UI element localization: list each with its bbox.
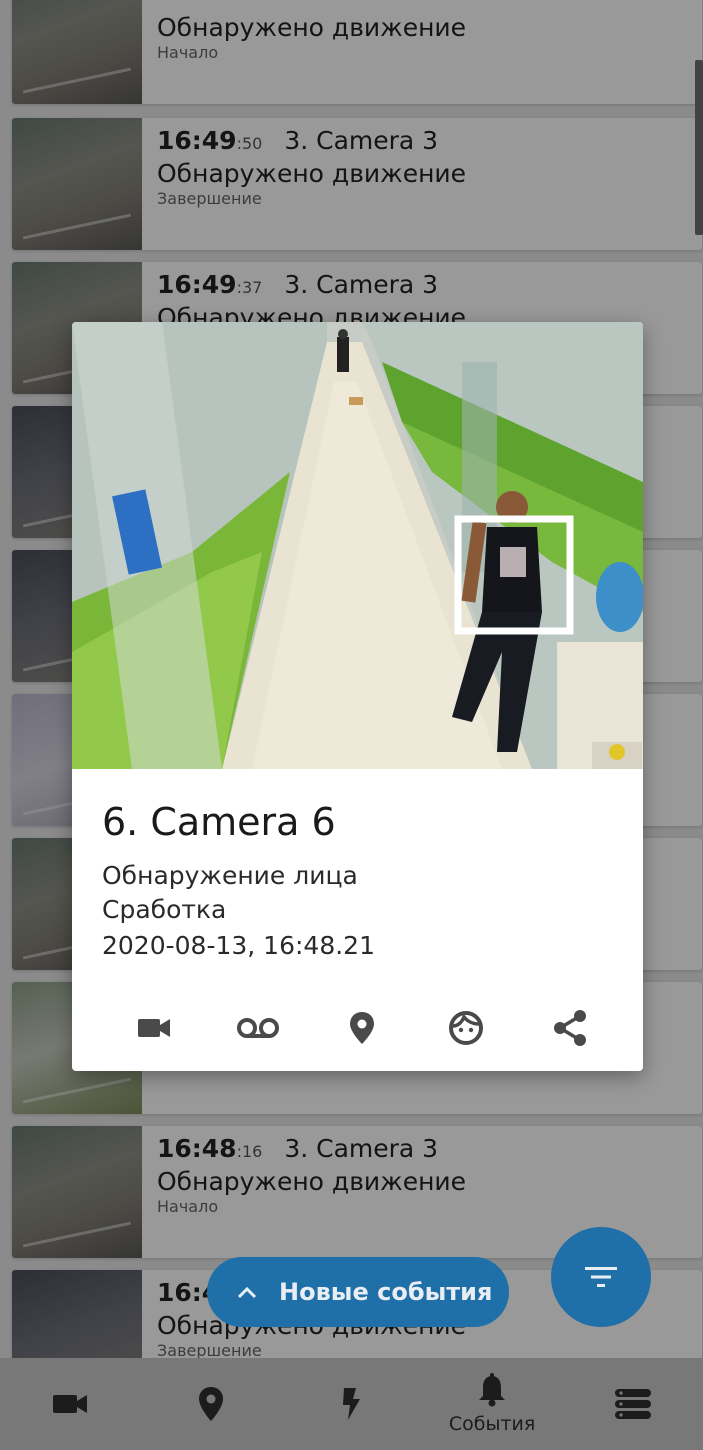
event-datetime: 2020-08-13, 16:48.21 — [102, 931, 375, 960]
share-icon — [554, 1010, 586, 1046]
map-pin-icon — [350, 1012, 374, 1044]
new-events-label: Новые события — [279, 1278, 493, 1306]
event-detail-dialog: 6. Camera 6 Обнаружение лица Сработка 20… — [72, 322, 643, 1071]
open-live-video-button[interactable] — [132, 1006, 176, 1050]
open-archive-button[interactable] — [236, 1006, 280, 1050]
event-phase: Сработка — [102, 895, 227, 924]
show-on-map-button[interactable] — [340, 1006, 384, 1050]
chevron-up-icon — [237, 1286, 257, 1299]
share-button[interactable] — [548, 1006, 592, 1050]
new-events-button[interactable]: Новые события — [207, 1257, 509, 1327]
popup-action-bar — [132, 1006, 592, 1050]
filter-button[interactable] — [551, 1227, 651, 1327]
face-icon — [449, 1011, 483, 1045]
camera-title: 6. Camera 6 — [102, 800, 336, 844]
video-camera-icon — [138, 1019, 170, 1037]
archive-recording-icon — [237, 1018, 279, 1038]
face-search-button[interactable] — [444, 1006, 488, 1050]
event-type: Обнаружение лица — [102, 861, 358, 890]
event-snapshot-image[interactable] — [72, 322, 643, 769]
filter-icon — [585, 1267, 617, 1287]
